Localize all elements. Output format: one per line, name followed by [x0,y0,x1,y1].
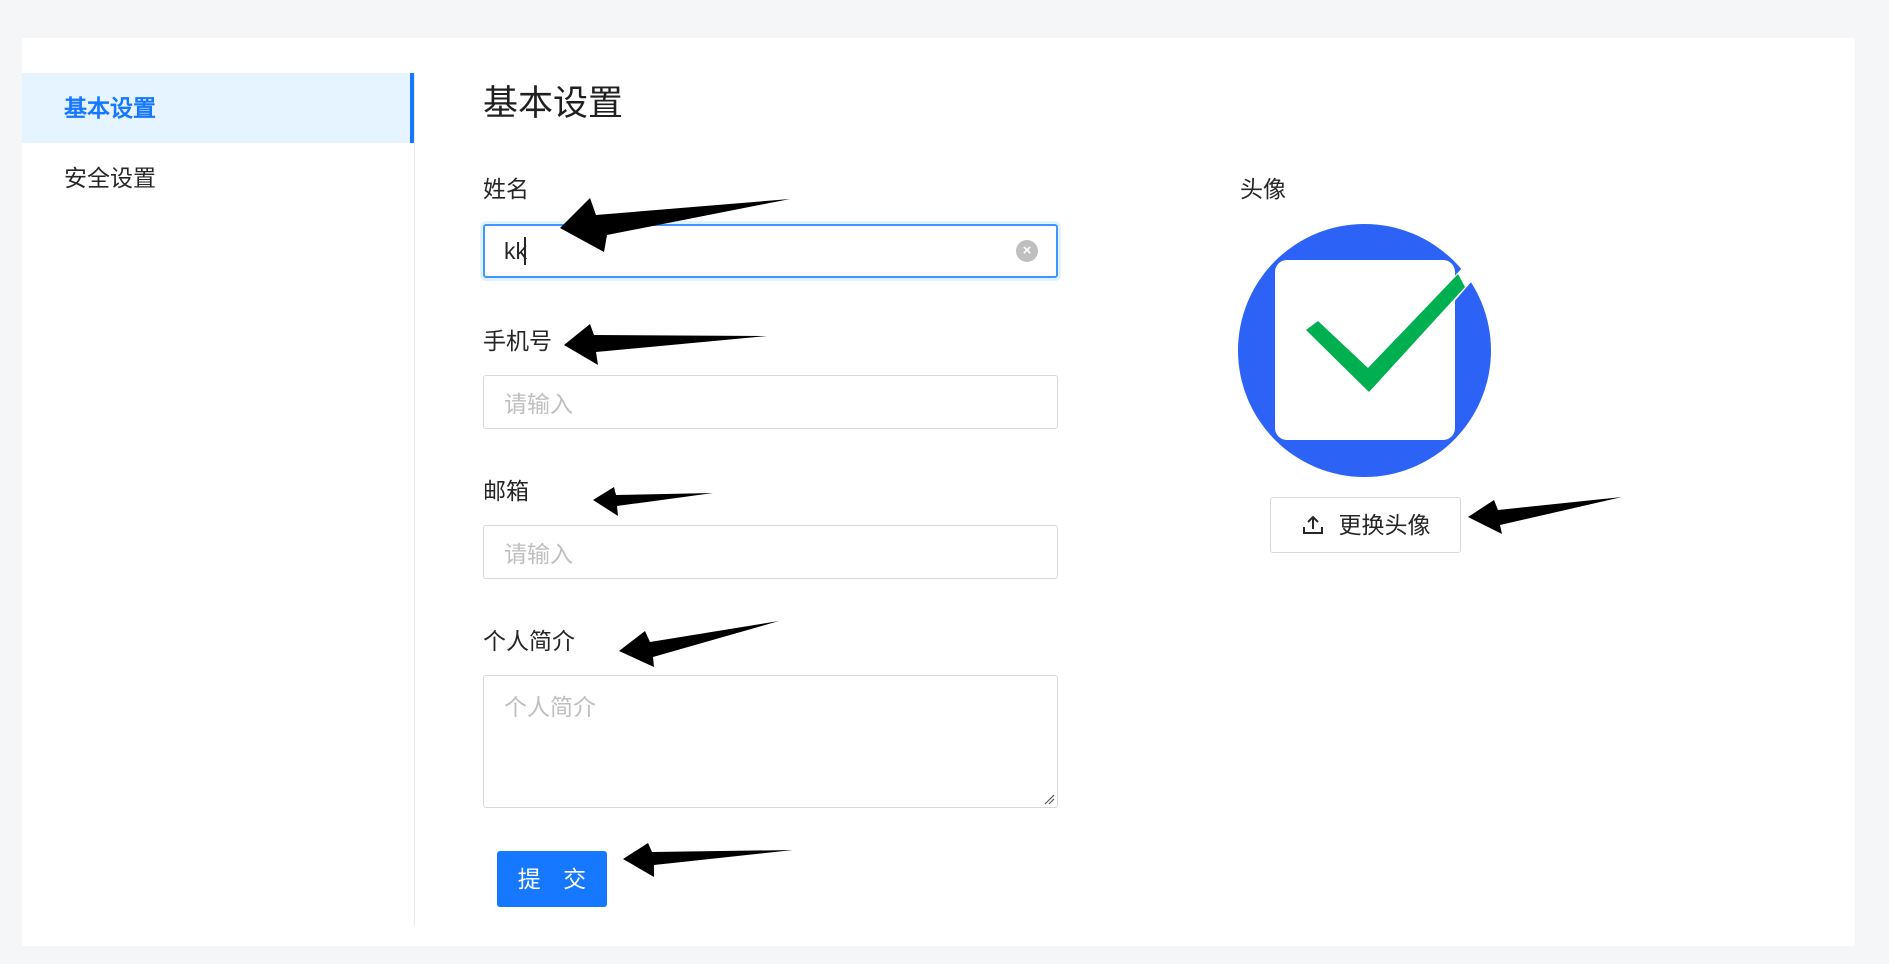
arrow-icon [1468,497,1622,534]
arrow-icon [623,843,793,877]
arrow-icon [619,621,779,667]
arrow-icon [560,198,790,252]
annotation-arrows [560,198,1622,877]
arrow-icon [564,324,767,365]
arrow-icon [593,487,713,516]
